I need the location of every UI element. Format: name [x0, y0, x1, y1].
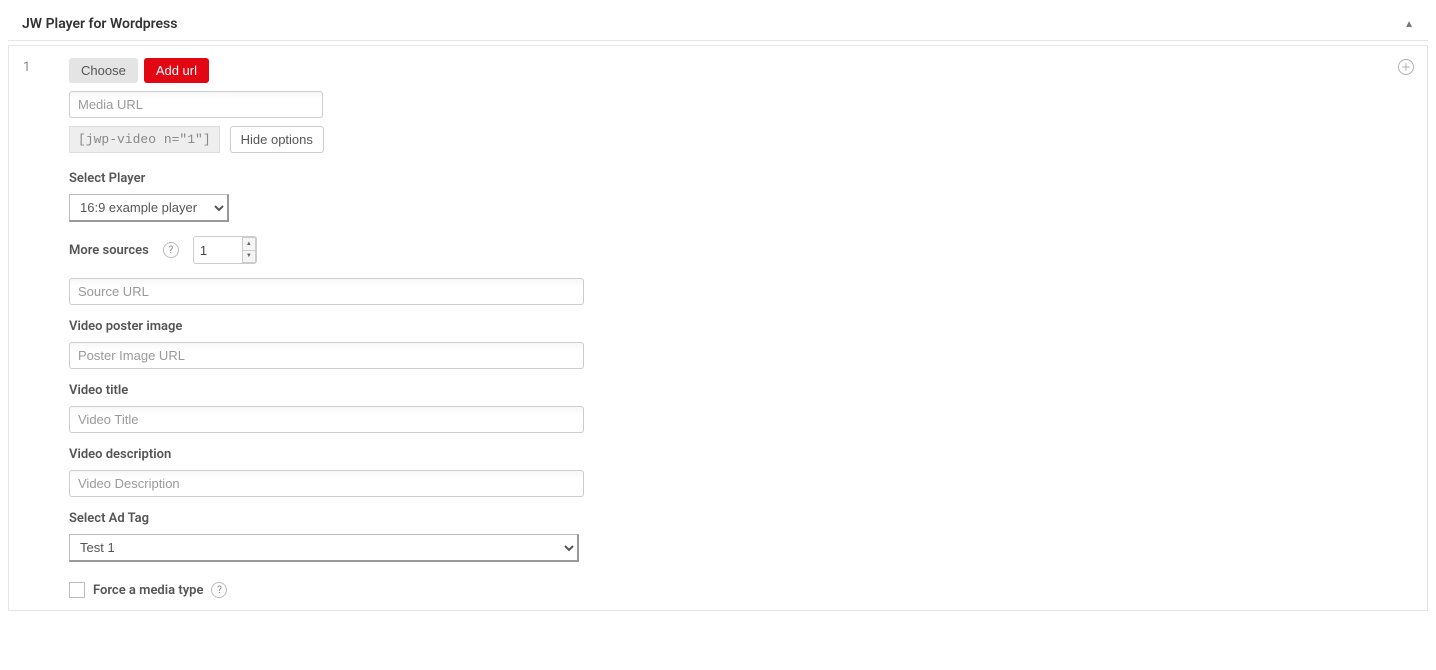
- help-icon[interactable]: ?: [163, 242, 179, 258]
- video-title-label: Video title: [69, 383, 1415, 398]
- force-media-row: Force a media type ?: [69, 582, 1415, 598]
- button-row: Choose Add url: [69, 58, 1415, 83]
- video-desc-group: Video description: [69, 447, 1415, 497]
- panel-title: JW Player for Wordpress: [22, 16, 177, 32]
- spinner-up-icon[interactable]: ▲: [242, 237, 256, 250]
- select-player-group: Select Player 16:9 example player: [69, 171, 1415, 222]
- poster-url-input[interactable]: [69, 342, 584, 369]
- spinner-down-icon[interactable]: ▼: [242, 250, 256, 264]
- shortcode-row: [jwp-video n="1"] Hide options: [69, 126, 1415, 153]
- video-title-input[interactable]: [69, 406, 584, 433]
- content-area: Choose Add url [jwp-video n="1"] Hide op…: [69, 58, 1415, 598]
- poster-label: Video poster image: [69, 319, 1415, 334]
- collapse-toggle-icon[interactable]: ▲: [1404, 19, 1414, 30]
- media-url-input[interactable]: [69, 91, 323, 118]
- video-title-group: Video title: [69, 383, 1415, 433]
- more-sources-row: More sources ? ▲ ▼: [69, 236, 1415, 264]
- hide-options-button[interactable]: Hide options: [230, 126, 324, 153]
- more-sources-label: More sources: [69, 243, 149, 258]
- video-desc-label: Video description: [69, 447, 1415, 462]
- source-url-group: [69, 278, 1415, 305]
- video-desc-input[interactable]: [69, 470, 584, 497]
- force-media-checkbox[interactable]: [69, 582, 85, 598]
- more-sources-stepper: ▲ ▼: [193, 236, 257, 264]
- ad-tag-group: Select Ad Tag Test 1: [69, 511, 1415, 562]
- item-number: 1: [23, 60, 30, 75]
- spinner: ▲ ▼: [242, 237, 256, 263]
- add-url-button[interactable]: Add url: [144, 58, 209, 83]
- panel-body: 1 Choose Add url [jwp-video n="1"] Hide …: [8, 45, 1428, 611]
- add-item-icon[interactable]: [1397, 58, 1415, 76]
- panel-header: JW Player for Wordpress ▲: [8, 8, 1428, 41]
- select-player-label: Select Player: [69, 171, 1415, 186]
- ad-tag-label: Select Ad Tag: [69, 511, 1415, 526]
- shortcode-display: [jwp-video n="1"]: [69, 126, 220, 153]
- choose-button[interactable]: Choose: [69, 58, 138, 83]
- source-url-input[interactable]: [69, 278, 584, 305]
- ad-tag-dropdown[interactable]: Test 1: [69, 534, 579, 562]
- help-icon[interactable]: ?: [211, 582, 227, 598]
- select-player-dropdown[interactable]: 16:9 example player: [69, 194, 229, 222]
- panel-container: JW Player for Wordpress ▲ 1 Choose Add u…: [8, 8, 1428, 611]
- poster-group: Video poster image: [69, 319, 1415, 369]
- force-media-label: Force a media type: [93, 583, 203, 598]
